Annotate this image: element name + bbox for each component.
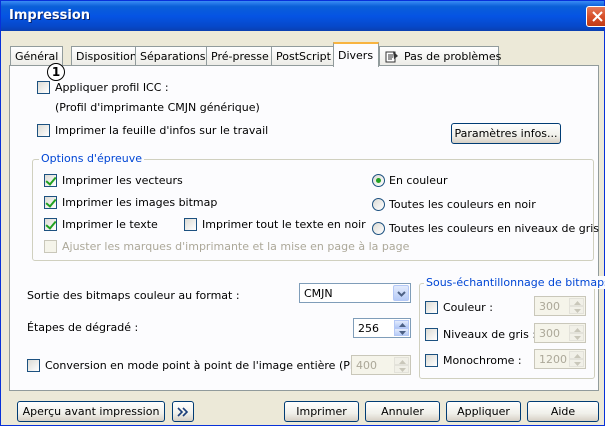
preflight-icon	[385, 51, 398, 63]
arrow-down-icon	[574, 336, 581, 340]
arrow-up-icon	[399, 323, 406, 327]
spin-down-button[interactable]	[569, 333, 584, 341]
all-black-radio[interactable]	[372, 198, 385, 211]
print-preview-button[interactable]: Aperçu avant impression	[17, 401, 165, 422]
print-vectors-checkbox[interactable]	[44, 174, 57, 187]
arrow-up-icon	[574, 354, 581, 358]
spin-down-button[interactable]	[569, 359, 584, 367]
mini-preview-button[interactable]	[172, 401, 194, 422]
spin-down-button[interactable]	[394, 328, 409, 336]
spin-up-button[interactable]	[394, 320, 409, 328]
downsample-mono-checkbox[interactable]	[425, 354, 438, 367]
all-black-radio-label: Toutes les couleurs en noir	[389, 198, 536, 211]
adjust-marks-label: Ajuster les marques d'imprimante et la m…	[62, 240, 410, 253]
spin-up-button[interactable]	[569, 298, 584, 306]
print-vectors-label: Imprimer les vecteurs	[62, 174, 183, 187]
ppp-value: 400	[356, 359, 377, 372]
all-text-black-checkbox[interactable]	[184, 218, 197, 231]
window-title: Impression	[9, 8, 91, 23]
gradient-steps-spinner[interactable]: 256	[353, 318, 411, 338]
downsample-gray-label: Niveaux de gris :	[443, 328, 537, 341]
downsample-mono-label: Monochrome :	[443, 354, 522, 367]
grayscale-radio[interactable]	[372, 222, 385, 235]
all-text-black-label: Imprimer tout le texte en noir	[202, 218, 366, 231]
ppp-spinner[interactable]: 400	[351, 355, 411, 375]
icc-checkbox[interactable]	[37, 81, 50, 94]
spin-up-button[interactable]	[394, 357, 409, 365]
downsample-gray-checkbox[interactable]	[425, 328, 438, 341]
print-dialog: Impression Général Disposition Séparatio…	[0, 0, 605, 426]
spin-up-button[interactable]	[569, 325, 584, 333]
print-text-label: Imprimer le texte	[62, 218, 158, 231]
arrow-down-icon	[574, 362, 581, 366]
arrow-up-icon	[574, 301, 581, 305]
ppp-label: Conversion en mode point à point de l'im…	[45, 359, 375, 372]
icc-label: Appliquer profil ICC :	[55, 81, 169, 94]
ppp-checkbox[interactable]	[27, 359, 40, 372]
adjust-marks-checkbox[interactable]	[44, 240, 57, 253]
dropdown-arrow[interactable]	[393, 285, 409, 301]
downsample-color-spinner[interactable]: 300	[534, 296, 586, 316]
apply-button[interactable]: Appliquer	[446, 401, 521, 422]
print-bitmaps-label: Imprimer les images bitmap	[62, 196, 218, 209]
cancel-button[interactable]: Annuler	[365, 401, 440, 422]
downsample-title: Sous-échantillonnage de bitmaps	[424, 276, 605, 289]
tab-separations[interactable]: Séparations	[135, 46, 211, 66]
grayscale-radio-label: Toutes les couleurs en niveaux de gris	[389, 222, 600, 235]
tab-pre-presse[interactable]: Pré-presse	[206, 46, 274, 66]
print-text-checkbox[interactable]	[44, 218, 57, 231]
job-info-checkbox[interactable]	[37, 124, 50, 137]
color-radio[interactable]	[372, 174, 385, 187]
arrow-up-icon	[574, 328, 581, 332]
spin-up-button[interactable]	[569, 351, 584, 359]
bitmap-output-select[interactable]: CMJN	[299, 283, 411, 303]
arrow-down-icon	[399, 331, 406, 335]
proof-options-title: Options d'épreuve	[39, 152, 144, 165]
help-button[interactable]: Aide	[527, 401, 599, 422]
downsample-mono-value: 1200	[539, 353, 567, 366]
arrow-down-icon	[399, 368, 406, 372]
icc-profile-name: (Profil d'imprimante CMJN générique)	[55, 101, 260, 114]
color-radio-label: En couleur	[389, 174, 448, 187]
downsample-color-label: Couleur :	[443, 301, 493, 314]
print-bitmaps-checkbox[interactable]	[44, 196, 57, 209]
print-button[interactable]: Imprimer	[284, 401, 359, 422]
close-button[interactable]	[586, 6, 605, 27]
close-icon	[592, 11, 603, 22]
downsample-gray-spinner[interactable]: 300	[534, 323, 586, 343]
chevron-down-icon	[397, 291, 406, 297]
bitmap-output-value: CMJN	[304, 287, 333, 300]
tab-divers[interactable]: Divers	[333, 42, 379, 67]
callout-badge: 1	[47, 63, 65, 81]
tab-pas-de-problemes-label: Pas de problèmes	[404, 50, 502, 63]
gradient-steps-label: Étapes de dégradé :	[27, 321, 139, 334]
tab-postscript[interactable]: PostScript	[271, 46, 336, 66]
double-chevron-right-icon	[177, 407, 189, 417]
title-bar[interactable]: Impression	[1, 1, 605, 31]
job-info-label: Imprimer la feuille d'infos sur le trava…	[55, 124, 269, 137]
downsample-mono-spinner[interactable]: 1200	[534, 349, 586, 369]
arrow-down-icon	[574, 309, 581, 313]
tab-disposition[interactable]: Disposition	[71, 46, 142, 66]
spin-down-button[interactable]	[394, 365, 409, 373]
arrow-up-icon	[399, 360, 406, 364]
downsample-gray-value: 300	[539, 327, 560, 340]
gradient-steps-value: 256	[358, 322, 379, 335]
bitmap-output-label: Sortie des bitmaps couleur au format :	[27, 289, 240, 302]
tab-pas-de-problemes[interactable]: Pas de problèmes	[379, 46, 502, 66]
spin-down-button[interactable]	[569, 306, 584, 314]
downsample-color-value: 300	[539, 300, 560, 313]
downsample-color-checkbox[interactable]	[425, 301, 438, 314]
info-settings-button[interactable]: Paramètres infos...	[451, 123, 561, 144]
